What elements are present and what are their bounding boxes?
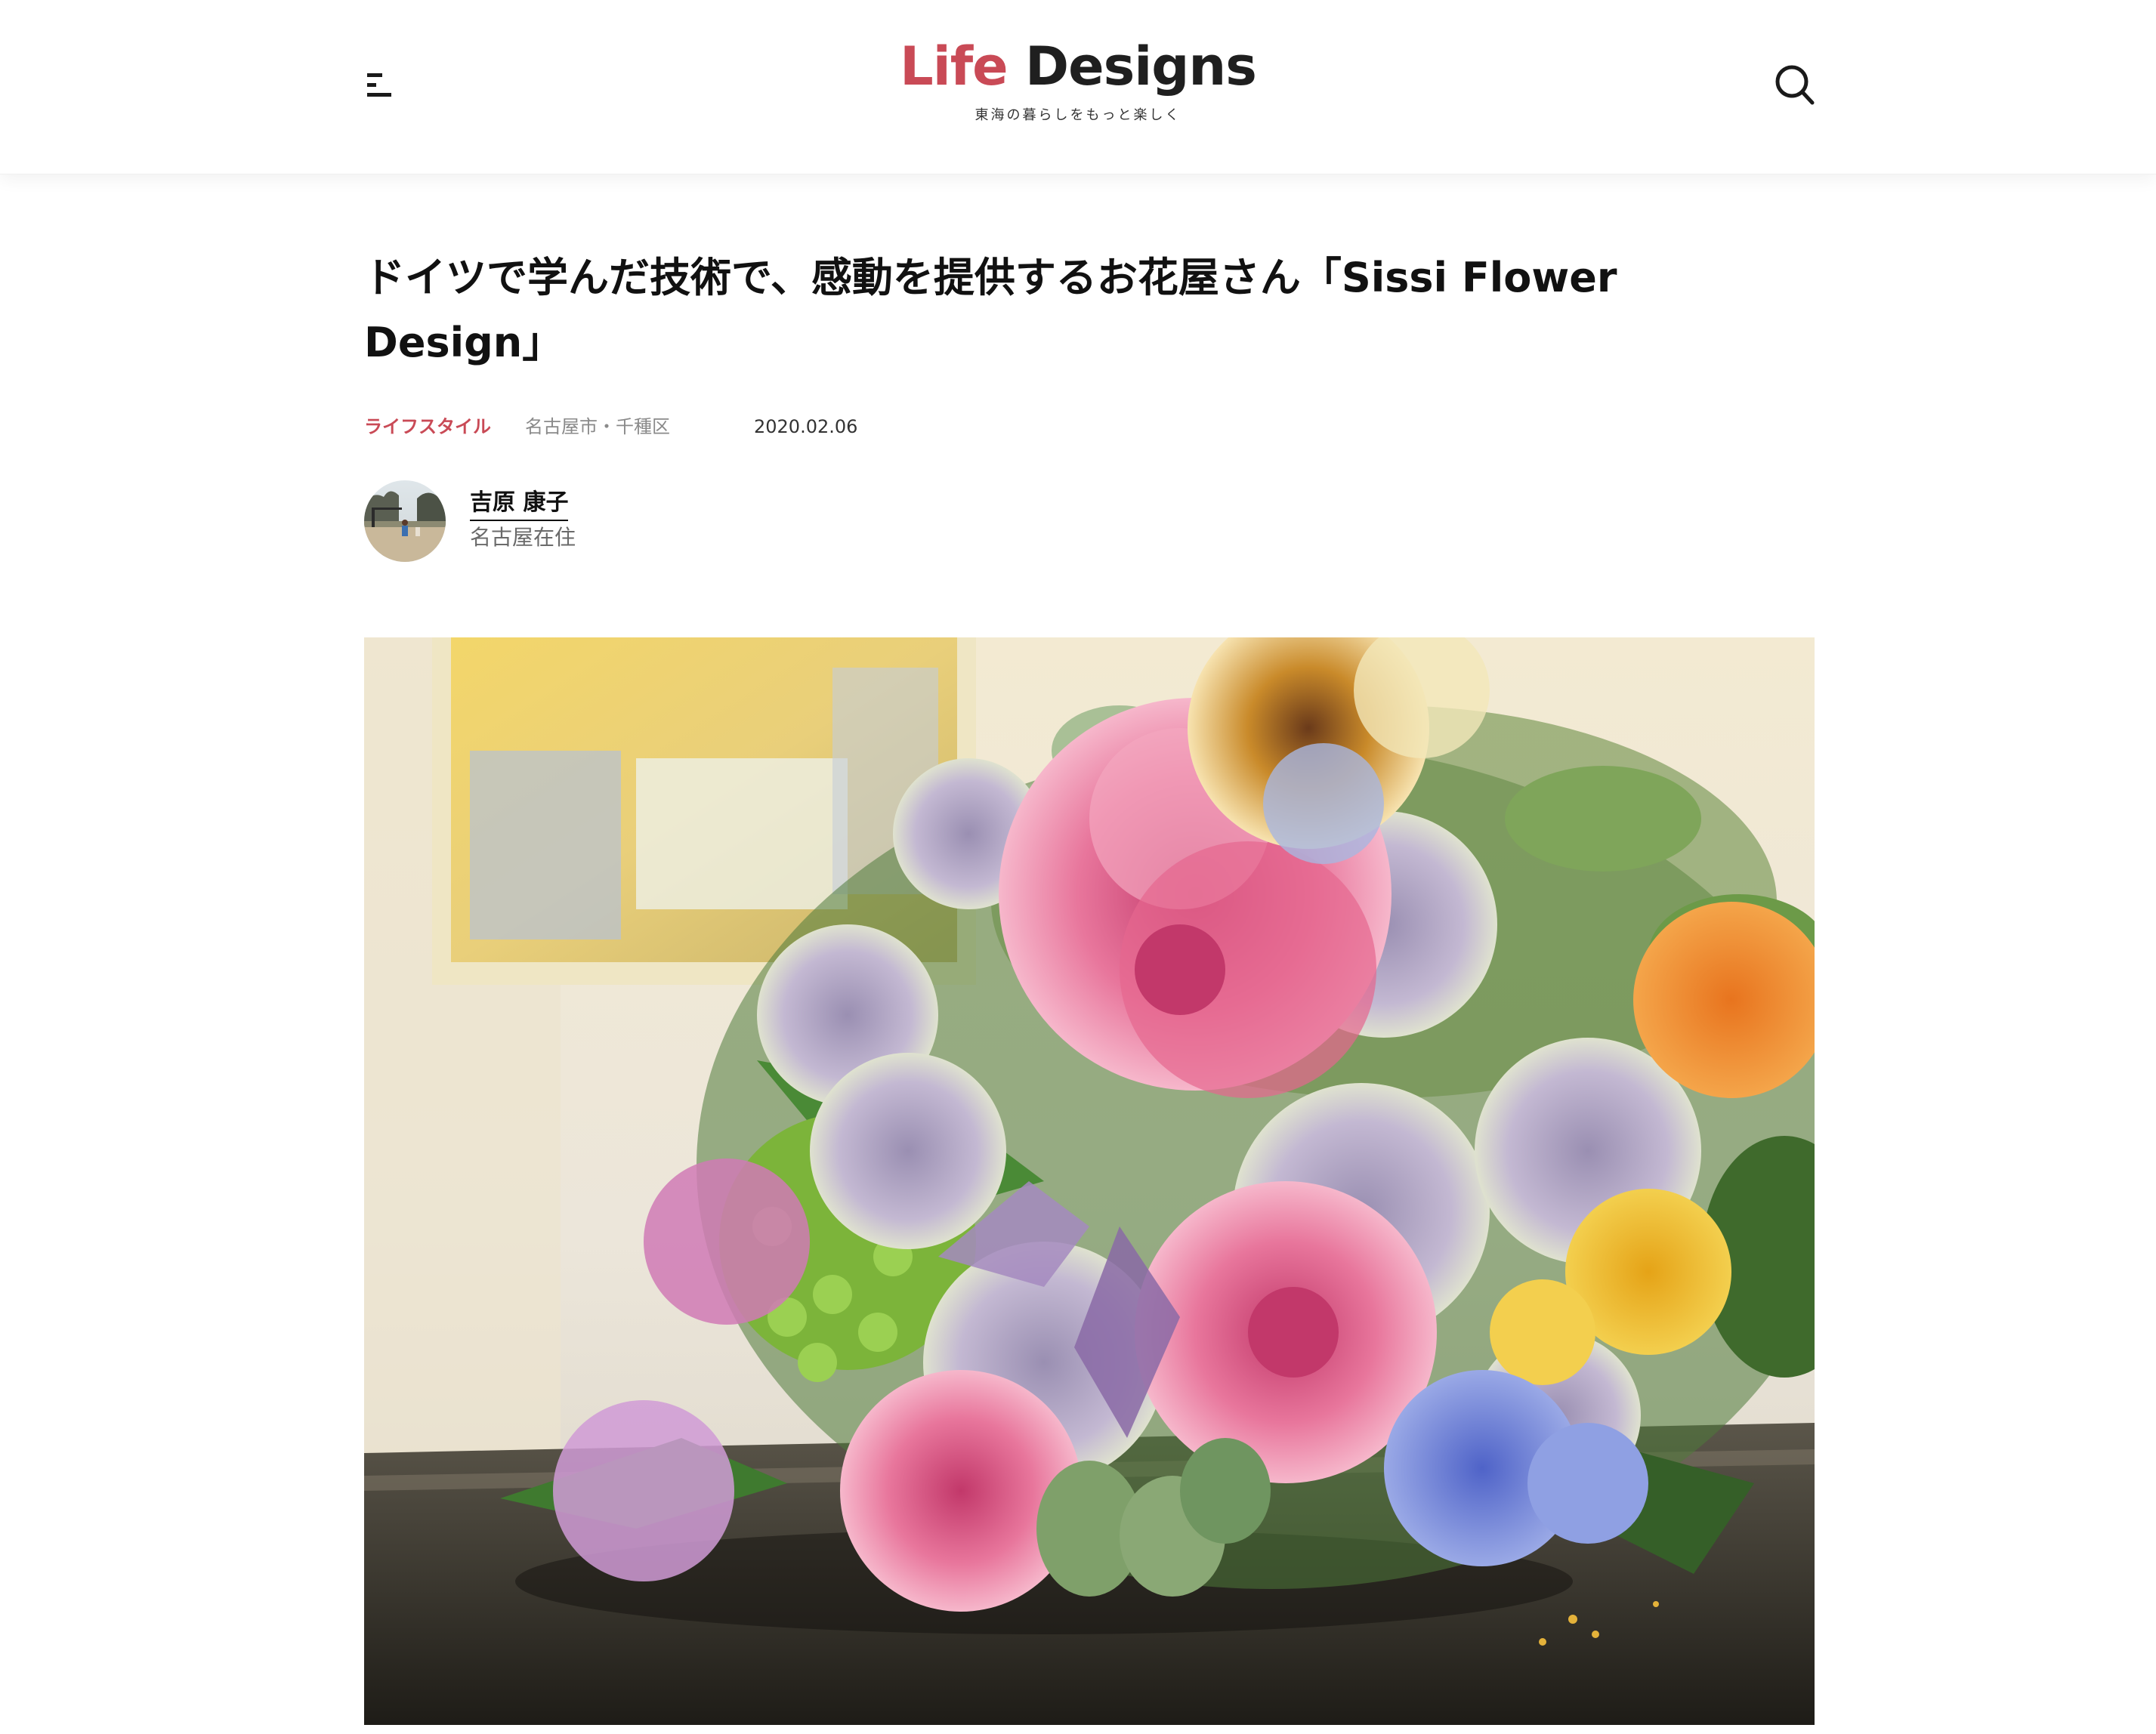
site-header: Life Designs 東海の暮らしをもっと楽しく (0, 0, 2156, 174)
hero-image (364, 637, 1815, 1725)
search-icon (1775, 65, 1815, 105)
publish-date: 2020.02.06 (754, 416, 858, 437)
search-button[interactable] (1772, 60, 1818, 109)
author-residence: 名古屋在住 (470, 525, 576, 550)
logo-title: Life Designs (889, 30, 1267, 103)
menu-icon (367, 73, 391, 97)
site-logo[interactable]: Life Designs 東海の暮らしをもっと楽しく (889, 30, 1267, 125)
article-title: ドイツで学んだ技術で、感動を提供するお花屋さん「Sissi Flower Des… (364, 254, 1617, 366)
site-tagline: 東海の暮らしをもっと楽しく (975, 107, 1181, 123)
logo-word-designs: Designs (1025, 35, 1257, 97)
location-label[interactable]: 名古屋市・千種区 (525, 408, 670, 446)
author-name[interactable]: 吉原 康子 (470, 488, 569, 521)
category-link[interactable]: ライフスタイル (364, 408, 491, 446)
menu-button[interactable] (358, 66, 403, 104)
logo-word-life: Life (900, 35, 1009, 97)
avatar[interactable] (364, 480, 446, 562)
flower-bouquet-photo (364, 637, 1815, 1725)
